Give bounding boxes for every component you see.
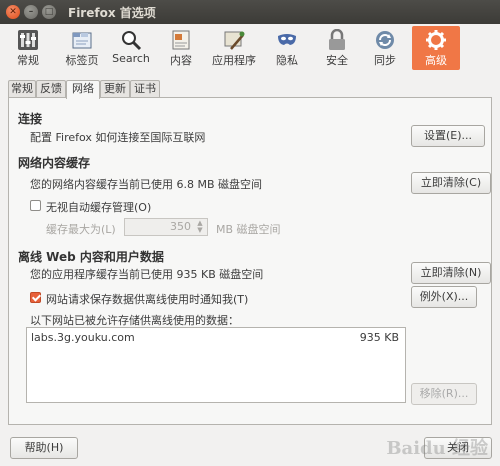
subtab-feedback[interactable]: 反馈	[36, 80, 66, 98]
offline-notify-label: 网站请求保存数据供离线使用时通知我(T)	[46, 293, 249, 306]
window-title: Firefox 首选项	[68, 6, 156, 20]
connection-settings-button[interactable]: 设置(E)...	[411, 125, 485, 147]
cache-limit-spinner[interactable]: 350 ▲ ▼	[124, 218, 208, 236]
cache-status: 您的网络内容缓存当前已使用 6.8 MB 磁盘空间	[30, 178, 263, 191]
override-cache-label: 无视自动缓存管理(O)	[46, 201, 152, 214]
cache-limit-value: 350	[170, 220, 191, 233]
toolbar-security-button[interactable]: 安全	[318, 26, 356, 70]
toolbar-sync-button[interactable]: 同步	[366, 26, 404, 70]
offline-sites-list[interactable]: labs.3g.youku.com 935 KB	[26, 327, 406, 403]
privacy-mask-icon	[278, 34, 296, 45]
offline-remove-button[interactable]: 移除(R)...	[411, 383, 477, 405]
cache-heading: 网络内容缓存	[18, 156, 91, 170]
gear-icon	[426, 30, 446, 50]
window-maximize-button[interactable]: □	[42, 5, 56, 19]
toolbar-advanced-button[interactable]: 高级	[412, 26, 460, 70]
list-item[interactable]: labs.3g.youku.com 935 KB	[27, 330, 405, 346]
connection-description: 配置 Firefox 如何连接至国际互联网	[30, 131, 206, 144]
cache-limit-label: 缓存最大为(L)	[46, 223, 116, 236]
cache-clear-button[interactable]: 立即清除(C)	[411, 172, 491, 194]
toolbar-content-button[interactable]: 内容	[162, 26, 200, 70]
toolbar-applications-button[interactable]: 应用程序	[208, 26, 260, 70]
offline-status: 您的应用程序缓存当前已使用 935 KB 磁盘空间	[30, 268, 264, 281]
spinner-arrows-icon[interactable]: ▲ ▼	[194, 220, 206, 234]
cache-limit-unit: MB 磁盘空间	[216, 223, 281, 236]
subtab-update[interactable]: 更新	[100, 80, 130, 98]
window-close-button[interactable]: ✕	[6, 5, 20, 19]
toolbar-privacy-button[interactable]: 隐私	[268, 26, 306, 70]
subtab-network[interactable]: 网络	[66, 80, 100, 99]
subtab-general[interactable]: 常规	[8, 80, 36, 98]
offline-notify-checkbox[interactable]	[30, 292, 41, 303]
override-cache-checkbox[interactable]	[30, 200, 41, 211]
padlock-icon	[329, 29, 345, 50]
offline-heading: 离线 Web 内容和用户数据	[18, 250, 164, 264]
toolbar-general-button[interactable]: 常规	[8, 26, 48, 70]
toggle-switches-icon	[18, 30, 38, 50]
site-host: labs.3g.youku.com	[31, 331, 135, 344]
tabs-icon	[72, 32, 92, 49]
applications-icon	[224, 31, 245, 50]
preferences-toolbar: 常规 标签页 Search 内容 应用程序 隐私 安全 同步 高级	[0, 24, 500, 72]
connection-heading: 连接	[18, 112, 43, 126]
help-button[interactable]: 帮助(H)	[10, 437, 78, 459]
toolbar-search-button[interactable]: Search	[110, 26, 152, 70]
offline-clear-button[interactable]: 立即清除(N)	[411, 262, 491, 284]
site-size: 935 KB	[359, 331, 399, 344]
magnifier-icon	[122, 31, 142, 51]
subtab-certificates[interactable]: 证书	[130, 80, 160, 98]
offline-exceptions-button[interactable]: 例外(X)...	[411, 286, 477, 308]
sync-icon	[376, 31, 394, 49]
content-page-icon	[172, 30, 190, 50]
toolbar-tabs-button[interactable]: 标签页	[60, 26, 104, 70]
baidu-watermark: Baidu 经验	[386, 438, 488, 459]
offline-allowed-label: 以下网站已被允许存储供离线使用的数据：	[30, 314, 239, 327]
window-minimize-button[interactable]: –	[24, 5, 38, 19]
window-titlebar: ✕ – □ Firefox 首选项	[0, 0, 500, 24]
